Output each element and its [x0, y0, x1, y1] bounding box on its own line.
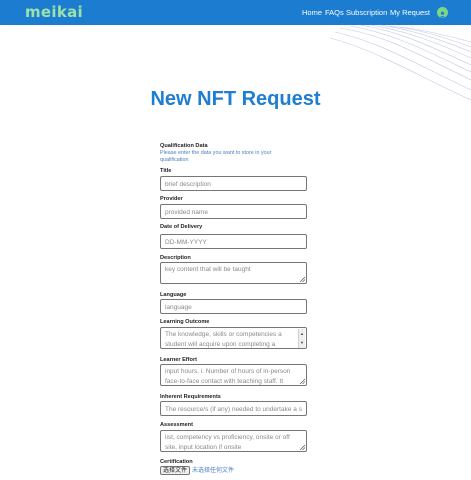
resize-handle-icon[interactable]	[299, 444, 305, 450]
learner-effort-textarea[interactable]: input hours, i. Number of hours of in-pe…	[160, 364, 307, 386]
delivery-date-label: Date of Delivery	[160, 224, 203, 230]
language-input[interactable]: language	[160, 299, 307, 314]
resize-handle-icon[interactable]	[299, 276, 305, 282]
provider-input[interactable]: provided name	[160, 204, 307, 219]
description-textarea[interactable]: key content that will be taught	[160, 262, 307, 284]
learning-outcome-placeholder: The knowledge, skills or competencies a …	[165, 331, 282, 348]
title-placeholder: brief description	[165, 181, 211, 188]
resize-handle-icon[interactable]	[299, 378, 305, 384]
assessment-textarea[interactable]: list, competency vs proficiency, onsite …	[160, 430, 307, 452]
assessment-label: Assessment	[160, 422, 193, 428]
description-placeholder: key content that will be taught	[165, 266, 251, 273]
page-title: New NFT Request	[150, 88, 321, 110]
certification-file-input[interactable]: 选择文件 未选择任何文件	[160, 465, 234, 475]
assessment-placeholder: list, competency vs proficiency, onsite …	[165, 434, 290, 451]
inherent-requirements-placeholder: The resource/s (if any) needed to undert…	[165, 406, 302, 413]
file-status-text: 未选择任何文件	[192, 468, 235, 474]
nav-faqs-link[interactable]: FAQs	[325, 8, 344, 17]
provider-label: Provider	[160, 196, 183, 202]
choose-file-button[interactable]: 选择文件	[160, 466, 191, 475]
brand-logo[interactable]: meikai	[25, 3, 83, 21]
textarea-scrollbar[interactable]: ▲ ▼	[298, 329, 305, 348]
language-label: Language	[160, 292, 187, 298]
language-placeholder: language	[165, 304, 192, 311]
inherent-requirements-label: Inherent Requirements	[160, 394, 221, 400]
learner-effort-label: Learner Effort	[160, 357, 197, 363]
nav-my-request-link[interactable]: My Request	[390, 8, 430, 17]
user-avatar-icon[interactable]	[437, 7, 448, 18]
delivery-date-input[interactable]: DD-MM-YYYY	[160, 234, 307, 249]
provider-placeholder: provided name	[165, 209, 208, 216]
nav-subscription-link[interactable]: Subscription	[346, 8, 387, 17]
learner-effort-placeholder: input hours, i. Number of hours of in-pe…	[165, 368, 291, 385]
nft-request-form: Qualification Data Please enter the data…	[160, 143, 310, 475]
learning-outcome-label: Learning Outcome	[160, 319, 210, 325]
delivery-date-placeholder: DD-MM-YYYY	[165, 239, 207, 246]
section-title: Qualification Data	[160, 143, 208, 149]
nav-home-link[interactable]: Home	[302, 8, 322, 17]
title-input[interactable]: brief description	[160, 176, 307, 191]
section-description: Please enter the data you want to store …	[160, 150, 272, 163]
description-label: Description	[160, 255, 191, 261]
learning-outcome-textarea[interactable]: The knowledge, skills or competencies a …	[160, 327, 307, 349]
inherent-requirements-input[interactable]: The resource/s (if any) needed to undert…	[160, 401, 307, 416]
title-label: Title	[160, 168, 172, 174]
